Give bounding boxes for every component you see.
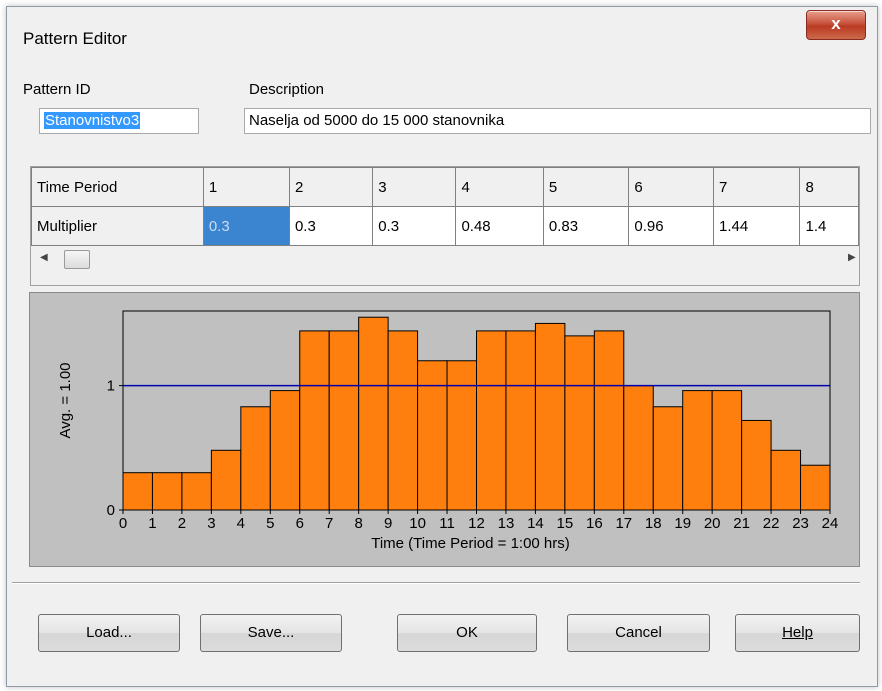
help-button-label: Help: [782, 624, 813, 641]
chart-bar: [711, 390, 743, 511]
chart-bar: [652, 406, 684, 511]
title-bar[interactable]: Pattern Editor x: [7, 7, 877, 71]
multiplier-cell[interactable]: 0.48: [455, 206, 544, 246]
chart-bar: [505, 330, 536, 511]
chart-bar: [770, 449, 802, 511]
x-tick-label: 23: [792, 515, 809, 532]
x-tick-label: 12: [468, 515, 485, 532]
chart-bar: [299, 330, 330, 511]
time-period-row: Time Period 1 2 3 4 5 6 7 8: [31, 167, 859, 207]
x-tick-label: 8: [354, 515, 362, 532]
x-tick-label: 17: [615, 515, 632, 532]
chart-bar: [741, 419, 772, 511]
x-tick-label: 3: [207, 515, 215, 532]
help-button[interactable]: Help: [735, 614, 860, 652]
scroll-left-arrow-icon[interactable]: ◀: [40, 252, 48, 263]
chart-bar: [534, 322, 566, 511]
pattern-grid[interactable]: Time Period 1 2 3 4 5 6 7 8 Multiplier 0…: [30, 166, 860, 286]
close-button[interactable]: x: [806, 10, 866, 40]
x-tick-label: 14: [527, 515, 544, 532]
chart-bar: [387, 330, 419, 511]
x-tick-label: 15: [557, 515, 574, 532]
x-tick-label: 11: [439, 515, 455, 532]
button-divider: [12, 582, 860, 584]
x-tick-label: 5: [266, 515, 274, 532]
x-tick-label: 7: [325, 515, 333, 532]
chart-svg: 0 1 2 3 4 5 6 7 8 9 10 11 12 13 14 15 16 17 18 19 20 21 22 23 24…: [57, 310, 839, 552]
chart-bar: [417, 360, 448, 511]
chart-bar: [358, 316, 389, 511]
y-axis-label: Avg. = 1.00: [57, 362, 74, 438]
y-tick-label: 0: [107, 502, 115, 519]
x-tick-label: 18: [645, 515, 662, 532]
multiplier-table: Time Period 1 2 3 4 5 6 7 8 Multiplier 0…: [31, 167, 859, 246]
multiplier-cell[interactable]: 0.3: [288, 206, 374, 246]
chart-bar: [476, 330, 507, 511]
x-tick-label: 0: [119, 515, 127, 532]
period-cell: 7: [712, 167, 801, 207]
horizontal-scrollbar[interactable]: ◀ ▶: [32, 249, 858, 271]
x-tick-label: 19: [674, 515, 691, 532]
pattern-id-value: Stanovnistvo3: [44, 112, 141, 129]
x-tick-label: 13: [498, 515, 515, 532]
chart-bar: [446, 360, 477, 511]
chart-bar: [800, 464, 831, 511]
description-input[interactable]: Naselja od 5000 do 15 000 stanovnika: [244, 108, 871, 134]
multiplier-cell[interactable]: 0.83: [542, 206, 630, 246]
chart-bar: [240, 406, 271, 511]
pattern-id-label: Pattern ID: [23, 81, 91, 98]
period-cell: 6: [628, 167, 714, 207]
chart-bar: [593, 330, 625, 511]
x-tick-label: 2: [178, 515, 186, 532]
scroll-thumb[interactable]: [64, 250, 90, 269]
x-tick-label: 16: [586, 515, 603, 532]
x-tick-label: 1: [148, 515, 156, 532]
period-cell: 2: [288, 167, 374, 207]
multiplier-cell[interactable]: 0.3: [202, 206, 290, 246]
description-label: Description: [249, 81, 325, 98]
x-tick-label: 4: [237, 515, 245, 532]
multiplier-row: Multiplier 0.3 0.3 0.3 0.48 0.83 0.96 1.…: [31, 206, 859, 246]
pattern-id-input[interactable]: Stanovnistvo3: [39, 108, 199, 134]
multiplier-cell[interactable]: 1.4: [799, 206, 859, 246]
scroll-right-arrow-icon[interactable]: ▶: [848, 252, 856, 263]
chart-bar: [151, 472, 183, 511]
chart-bar: [210, 449, 242, 511]
x-axis-label: Time (Time Period = 1:00 hrs): [371, 535, 570, 552]
chart-bar: [564, 335, 595, 511]
multiplier-cell[interactable]: 1.44: [712, 206, 801, 246]
multiplier-header: Multiplier: [31, 206, 204, 246]
pattern-chart: 0 1 2 3 4 5 6 7 8 9 10 11 12 13 14 15 16 17 18 19 20 21 22 23 24…: [29, 292, 860, 567]
load-button[interactable]: Load...: [38, 614, 180, 652]
ok-button[interactable]: OK: [397, 614, 537, 652]
cancel-button[interactable]: Cancel: [567, 614, 710, 652]
multiplier-cell[interactable]: 0.3: [372, 206, 457, 246]
x-tick-label: 22: [763, 515, 780, 532]
period-cell: 1: [202, 167, 290, 207]
window-title: Pattern Editor: [23, 29, 127, 48]
chart-bar: [682, 390, 713, 511]
save-button[interactable]: Save...: [200, 614, 342, 652]
period-cell: 8: [799, 167, 859, 207]
x-tick-label: 9: [384, 515, 392, 532]
chart-bar: [328, 330, 360, 511]
chart-bar: [181, 472, 212, 511]
chart-bar: [269, 390, 301, 511]
x-tick-label: 21: [733, 515, 750, 532]
period-cell: 4: [455, 167, 544, 207]
y-tick-label: 1: [107, 378, 115, 395]
x-tick-label: 6: [296, 515, 304, 532]
chart-bar: [623, 385, 654, 511]
period-cell: 5: [542, 167, 630, 207]
x-tick-label: 24: [822, 515, 839, 532]
multiplier-cell[interactable]: 0.96: [628, 206, 714, 246]
x-tick-label: 10: [409, 515, 426, 532]
chart-bar: [122, 472, 153, 511]
time-period-header: Time Period: [31, 167, 204, 207]
period-cell: 3: [372, 167, 457, 207]
x-tick-label: 20: [704, 515, 721, 532]
